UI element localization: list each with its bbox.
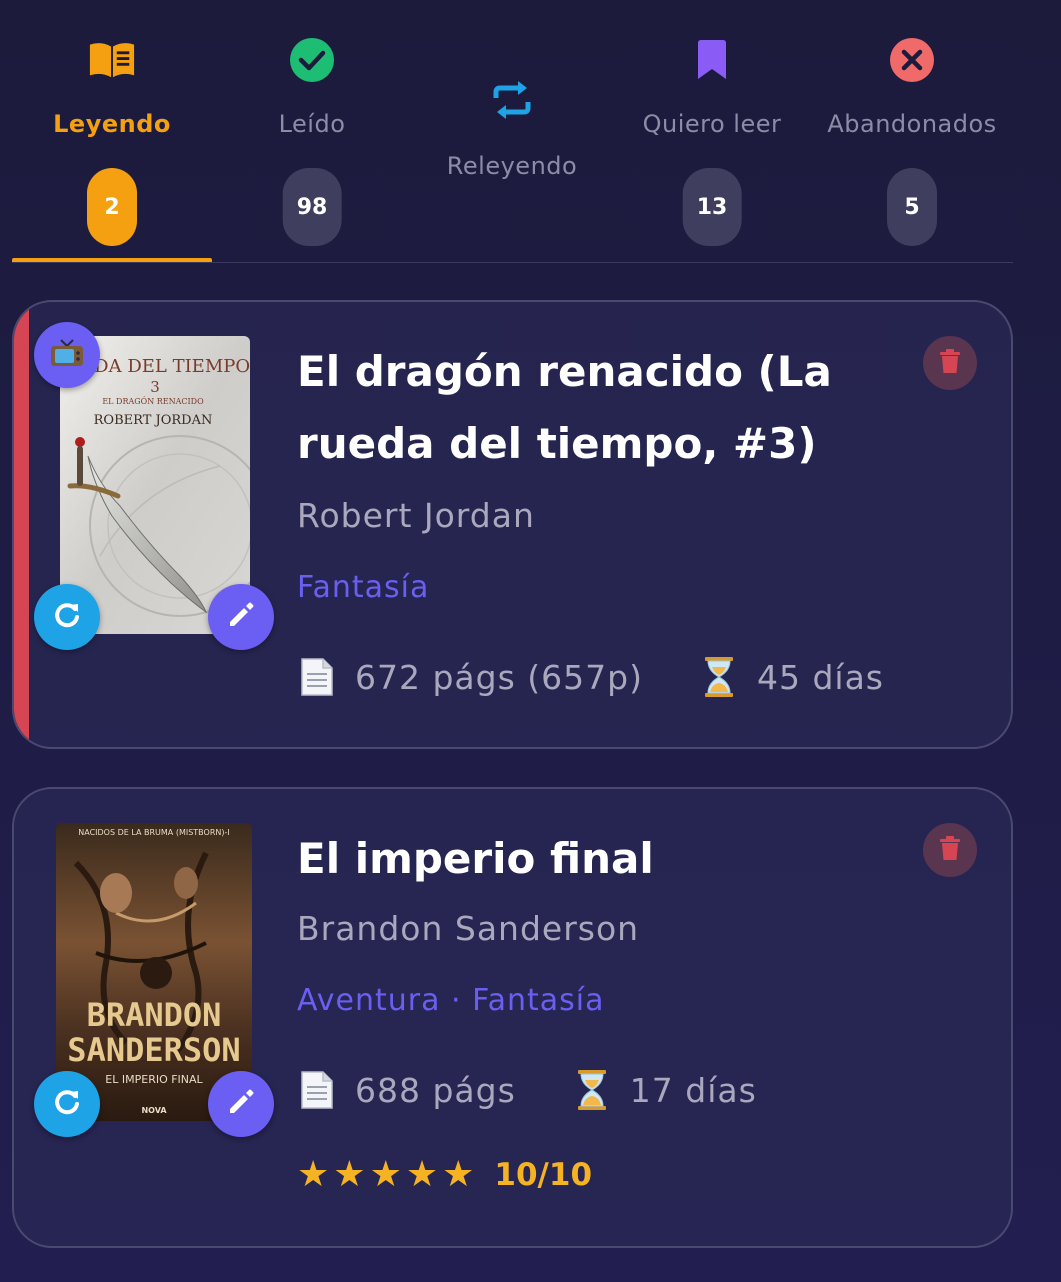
cover-subtitle: EL IMPERIO FINAL [105, 1073, 203, 1086]
refresh-icon [51, 1086, 83, 1122]
tab-label: Abandonados [827, 110, 997, 138]
tab-count-badge: 5 [887, 168, 937, 246]
days-reading: 17 días [629, 1070, 757, 1110]
book-title: El imperio final [297, 834, 654, 883]
in-progress-marker [14, 302, 29, 747]
book-open-icon [88, 36, 136, 84]
cover-publisher: NOVA [141, 1106, 167, 1115]
trash-icon [939, 348, 961, 378]
x-circle-icon [888, 36, 936, 84]
book-card[interactable]: NACIDOS DE LA BRUMA (MISTBORN)-I BRANDON… [12, 787, 1013, 1248]
star-icon: ★ [405, 1154, 439, 1195]
tab-label: Leído [278, 110, 346, 138]
page-count: 672 págs (657p) [355, 657, 643, 697]
hourglass-icon [699, 656, 739, 698]
pencil-icon [226, 1087, 256, 1121]
trash-icon [939, 835, 961, 865]
cover-author-line1: BRANDON [87, 996, 222, 1034]
star-icon: ★ [333, 1154, 366, 1195]
tab-quiero-leer[interactable]: Quiero leer 13 [612, 0, 812, 262]
book-author: Robert Jordan [297, 496, 535, 535]
star-icon: ★ [297, 1154, 330, 1195]
book-meta: 672 págs (657p) 45 días [297, 656, 884, 698]
page-icon [297, 656, 337, 698]
cover-number: 3 [150, 378, 160, 396]
tab-count-badge: 13 [682, 168, 742, 246]
tv-icon [50, 338, 84, 372]
tabs-divider [12, 262, 1013, 263]
reread-button[interactable] [34, 584, 100, 650]
star-icon: ★ [442, 1154, 475, 1195]
reread-button[interactable] [34, 1071, 100, 1137]
tab-count-badge: 98 [282, 168, 342, 246]
delete-button[interactable] [923, 823, 977, 877]
tab-label: Releyendo [446, 152, 578, 180]
reading-list-screen: Leyendo 2 Leído 98 Releyendo Quiero leer… [0, 0, 1061, 1282]
refresh-icon [51, 599, 83, 635]
rating-value: 10/10 [494, 1157, 593, 1193]
book-genres: Fantasía [297, 570, 430, 605]
page-count: 688 págs [355, 1070, 516, 1110]
edit-button[interactable] [208, 584, 274, 650]
cover-series-text: NACIDOS DE LA BRUMA (MISTBORN)-I [78, 828, 229, 837]
tab-label: Quiero leer [642, 110, 782, 138]
page-icon [297, 1069, 337, 1111]
delete-button[interactable] [923, 336, 977, 390]
tab-releyendo[interactable]: Releyendo [412, 0, 612, 262]
repeat-icon [488, 76, 536, 124]
tv-adaptation-button[interactable] [34, 322, 100, 388]
cover-author: ROBERT JORDAN [94, 413, 213, 428]
check-circle-icon [288, 36, 336, 84]
status-tabs: Leyendo 2 Leído 98 Releyendo Quiero leer… [12, 0, 1013, 264]
book-title: El dragón renacido (La rueda del tiempo,… [297, 347, 832, 468]
tab-leido[interactable]: Leído 98 [212, 0, 412, 262]
tab-abandonados[interactable]: Abandonados 5 [812, 0, 1012, 262]
book-rating: ★ ★ ★ ★ ★ 10/10 [297, 1154, 593, 1195]
book-author: Brandon Sanderson [297, 909, 640, 948]
edit-button[interactable] [208, 1071, 274, 1137]
days-reading: 45 días [756, 657, 884, 697]
tab-leyendo[interactable]: Leyendo 2 [12, 0, 212, 262]
cover-author-line2: SANDERSON [67, 1031, 240, 1069]
book-card[interactable]: UEDA DEL TIEMPO 3 EL DRAGÓN RENACIDO ROB… [12, 300, 1013, 749]
tab-label: Leyendo [53, 110, 171, 138]
cover-subtitle: EL DRAGÓN RENACIDO [102, 397, 204, 406]
book-meta: 688 págs 17 días [297, 1069, 757, 1111]
tab-count-badge: 2 [87, 168, 137, 246]
star-icon: ★ [369, 1154, 402, 1195]
bookmark-icon [688, 36, 736, 84]
hourglass-icon [572, 1069, 612, 1111]
pencil-icon [226, 600, 256, 634]
book-genres: Aventura · Fantasía [297, 983, 605, 1018]
